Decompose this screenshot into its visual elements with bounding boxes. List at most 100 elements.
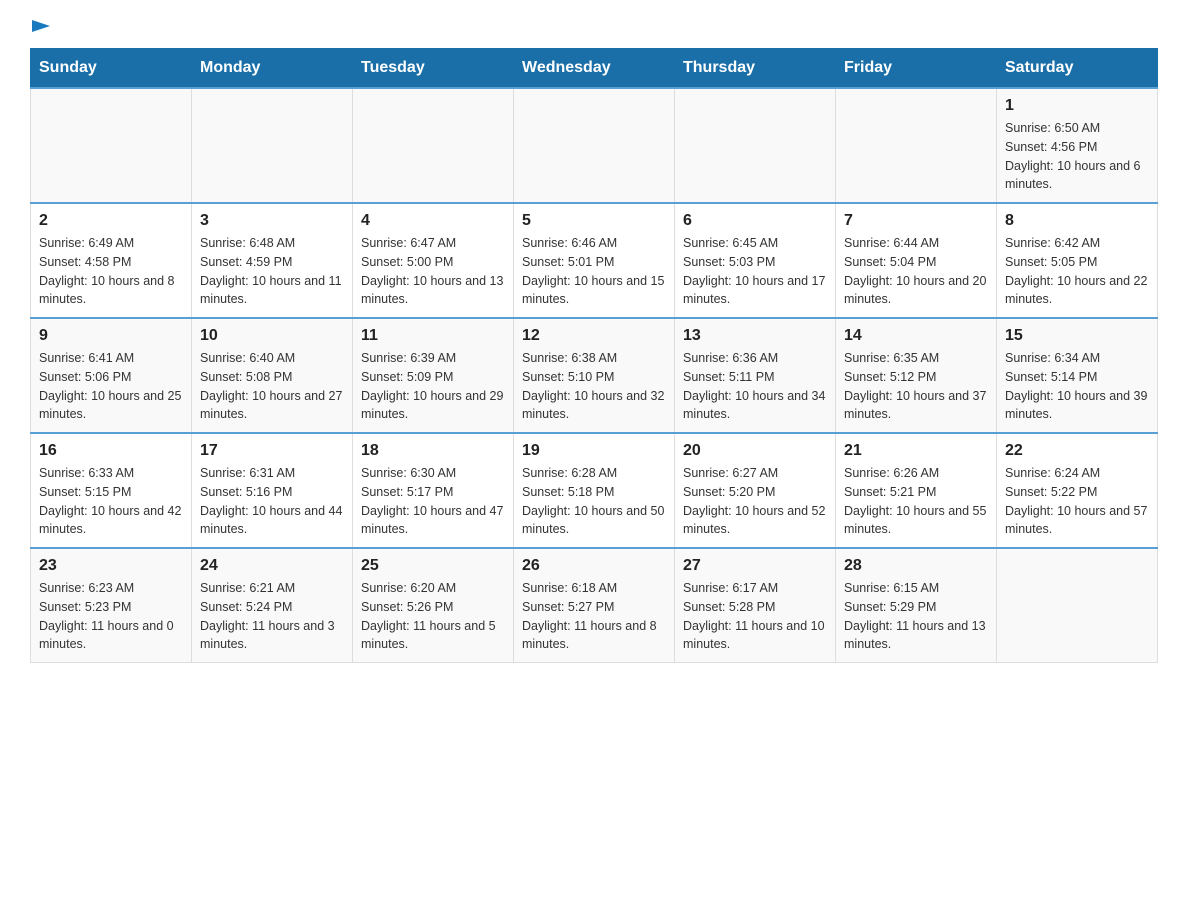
calendar-cell: 3 Sunrise: 6:48 AMSunset: 4:59 PMDaylight… xyxy=(192,203,353,318)
day-number: 2 xyxy=(39,212,183,230)
day-info: Sunrise: 6:23 AMSunset: 5:23 PMDaylight:… xyxy=(39,579,183,654)
day-info: Sunrise: 6:38 AMSunset: 5:10 PMDaylight:… xyxy=(522,349,666,424)
calendar-cell: 17 Sunrise: 6:31 AMSunset: 5:16 PMDayligh… xyxy=(192,433,353,548)
day-number: 17 xyxy=(200,442,344,460)
weekday-header-sunday: Sunday xyxy=(31,49,192,89)
day-info: Sunrise: 6:33 AMSunset: 5:15 PMDaylight:… xyxy=(39,464,183,539)
day-number: 24 xyxy=(200,557,344,575)
day-number: 8 xyxy=(1005,212,1149,230)
calendar-cell: 19 Sunrise: 6:28 AMSunset: 5:18 PMDayligh… xyxy=(514,433,675,548)
day-number: 1 xyxy=(1005,97,1149,115)
calendar-cell xyxy=(997,548,1158,663)
day-info: Sunrise: 6:49 AMSunset: 4:58 PMDaylight:… xyxy=(39,234,183,309)
day-number: 27 xyxy=(683,557,827,575)
calendar-cell: 18 Sunrise: 6:30 AMSunset: 5:17 PMDayligh… xyxy=(353,433,514,548)
calendar-cell: 25 Sunrise: 6:20 AMSunset: 5:26 PMDayligh… xyxy=(353,548,514,663)
calendar-cell: 4 Sunrise: 6:47 AMSunset: 5:00 PMDaylight… xyxy=(353,203,514,318)
day-info: Sunrise: 6:35 AMSunset: 5:12 PMDaylight:… xyxy=(844,349,988,424)
day-number: 20 xyxy=(683,442,827,460)
calendar-cell: 14 Sunrise: 6:35 AMSunset: 5:12 PMDayligh… xyxy=(836,318,997,433)
calendar-cell: 20 Sunrise: 6:27 AMSunset: 5:20 PMDayligh… xyxy=(675,433,836,548)
calendar-week-row: 23Sunrise: 6:23 AMSunset: 5:23 PMDayligh… xyxy=(31,548,1158,663)
day-number: 16 xyxy=(39,442,183,460)
calendar-cell xyxy=(31,88,192,203)
calendar-cell: 13 Sunrise: 6:36 AMSunset: 5:11 PMDayligh… xyxy=(675,318,836,433)
day-info: Sunrise: 6:15 AMSunset: 5:29 PMDaylight:… xyxy=(844,579,988,654)
calendar-cell: 27Sunrise: 6:17 AMSunset: 5:28 PMDayligh… xyxy=(675,548,836,663)
day-number: 6 xyxy=(683,212,827,230)
calendar-cell: 7 Sunrise: 6:44 AMSunset: 5:04 PMDaylight… xyxy=(836,203,997,318)
day-info: Sunrise: 6:50 AMSunset: 4:56 PMDaylight:… xyxy=(1005,119,1149,194)
day-number: 11 xyxy=(361,327,505,345)
day-info: Sunrise: 6:20 AMSunset: 5:26 PMDaylight:… xyxy=(361,579,505,654)
calendar-cell xyxy=(514,88,675,203)
day-info: Sunrise: 6:30 AMSunset: 5:17 PMDaylight:… xyxy=(361,464,505,539)
weekday-header-friday: Friday xyxy=(836,49,997,89)
weekday-header-row: SundayMondayTuesdayWednesdayThursdayFrid… xyxy=(31,49,1158,89)
day-number: 4 xyxy=(361,212,505,230)
day-info: Sunrise: 6:48 AMSunset: 4:59 PMDaylight:… xyxy=(200,234,344,309)
weekday-header-monday: Monday xyxy=(192,49,353,89)
calendar-week-row: 2 Sunrise: 6:49 AMSunset: 4:58 PMDaylight… xyxy=(31,203,1158,318)
calendar-cell: 5 Sunrise: 6:46 AMSunset: 5:01 PMDaylight… xyxy=(514,203,675,318)
day-info: Sunrise: 6:42 AMSunset: 5:05 PMDaylight:… xyxy=(1005,234,1149,309)
calendar-week-row: 1 Sunrise: 6:50 AMSunset: 4:56 PMDaylight… xyxy=(31,88,1158,203)
calendar-cell: 26Sunrise: 6:18 AMSunset: 5:27 PMDayligh… xyxy=(514,548,675,663)
calendar-cell: 16 Sunrise: 6:33 AMSunset: 5:15 PMDayligh… xyxy=(31,433,192,548)
calendar-week-row: 9 Sunrise: 6:41 AMSunset: 5:06 PMDaylight… xyxy=(31,318,1158,433)
calendar-cell: 8 Sunrise: 6:42 AMSunset: 5:05 PMDaylight… xyxy=(997,203,1158,318)
calendar-cell: 23Sunrise: 6:23 AMSunset: 5:23 PMDayligh… xyxy=(31,548,192,663)
calendar-cell: 12Sunrise: 6:38 AMSunset: 5:10 PMDayligh… xyxy=(514,318,675,433)
day-info: Sunrise: 6:45 AMSunset: 5:03 PMDaylight:… xyxy=(683,234,827,309)
day-info: Sunrise: 6:28 AMSunset: 5:18 PMDaylight:… xyxy=(522,464,666,539)
calendar-header: SundayMondayTuesdayWednesdayThursdayFrid… xyxy=(31,49,1158,89)
calendar-cell: 21Sunrise: 6:26 AMSunset: 5:21 PMDayligh… xyxy=(836,433,997,548)
calendar-cell: 2 Sunrise: 6:49 AMSunset: 4:58 PMDaylight… xyxy=(31,203,192,318)
day-info: Sunrise: 6:44 AMSunset: 5:04 PMDaylight:… xyxy=(844,234,988,309)
calendar-cell: 24 Sunrise: 6:21 AMSunset: 5:24 PMDayligh… xyxy=(192,548,353,663)
day-info: Sunrise: 6:36 AMSunset: 5:11 PMDaylight:… xyxy=(683,349,827,424)
day-info: Sunrise: 6:34 AMSunset: 5:14 PMDaylight:… xyxy=(1005,349,1149,424)
day-info: Sunrise: 6:21 AMSunset: 5:24 PMDaylight:… xyxy=(200,579,344,654)
day-number: 13 xyxy=(683,327,827,345)
weekday-header-wednesday: Wednesday xyxy=(514,49,675,89)
day-info: Sunrise: 6:39 AMSunset: 5:09 PMDaylight:… xyxy=(361,349,505,424)
calendar-cell: 6 Sunrise: 6:45 AMSunset: 5:03 PMDaylight… xyxy=(675,203,836,318)
day-number: 7 xyxy=(844,212,988,230)
day-info: Sunrise: 6:41 AMSunset: 5:06 PMDaylight:… xyxy=(39,349,183,424)
calendar-cell: 11 Sunrise: 6:39 AMSunset: 5:09 PMDayligh… xyxy=(353,318,514,433)
day-number: 18 xyxy=(361,442,505,460)
logo xyxy=(30,20,50,38)
day-number: 9 xyxy=(39,327,183,345)
day-number: 3 xyxy=(200,212,344,230)
calendar-cell xyxy=(675,88,836,203)
weekday-header-thursday: Thursday xyxy=(675,49,836,89)
day-info: Sunrise: 6:26 AMSunset: 5:21 PMDaylight:… xyxy=(844,464,988,539)
day-number: 28 xyxy=(844,557,988,575)
calendar-cell: 22 Sunrise: 6:24 AMSunset: 5:22 PMDayligh… xyxy=(997,433,1158,548)
calendar-cell: 10 Sunrise: 6:40 AMSunset: 5:08 PMDayligh… xyxy=(192,318,353,433)
calendar-table: SundayMondayTuesdayWednesdayThursdayFrid… xyxy=(30,48,1158,663)
calendar-cell: 9 Sunrise: 6:41 AMSunset: 5:06 PMDaylight… xyxy=(31,318,192,433)
day-info: Sunrise: 6:27 AMSunset: 5:20 PMDaylight:… xyxy=(683,464,827,539)
day-number: 10 xyxy=(200,327,344,345)
weekday-header-tuesday: Tuesday xyxy=(353,49,514,89)
day-number: 25 xyxy=(361,557,505,575)
day-info: Sunrise: 6:46 AMSunset: 5:01 PMDaylight:… xyxy=(522,234,666,309)
calendar-cell xyxy=(836,88,997,203)
day-number: 22 xyxy=(1005,442,1149,460)
logo-flag-icon xyxy=(32,20,50,38)
day-info: Sunrise: 6:40 AMSunset: 5:08 PMDaylight:… xyxy=(200,349,344,424)
day-number: 15 xyxy=(1005,327,1149,345)
page-header xyxy=(30,20,1158,38)
day-number: 19 xyxy=(522,442,666,460)
day-info: Sunrise: 6:24 AMSunset: 5:22 PMDaylight:… xyxy=(1005,464,1149,539)
day-number: 14 xyxy=(844,327,988,345)
day-info: Sunrise: 6:18 AMSunset: 5:27 PMDaylight:… xyxy=(522,579,666,654)
day-info: Sunrise: 6:31 AMSunset: 5:16 PMDaylight:… xyxy=(200,464,344,539)
calendar-cell xyxy=(192,88,353,203)
calendar-body: 1 Sunrise: 6:50 AMSunset: 4:56 PMDaylight… xyxy=(31,88,1158,663)
calendar-cell: 15 Sunrise: 6:34 AMSunset: 5:14 PMDayligh… xyxy=(997,318,1158,433)
day-info: Sunrise: 6:47 AMSunset: 5:00 PMDaylight:… xyxy=(361,234,505,309)
day-number: 5 xyxy=(522,212,666,230)
